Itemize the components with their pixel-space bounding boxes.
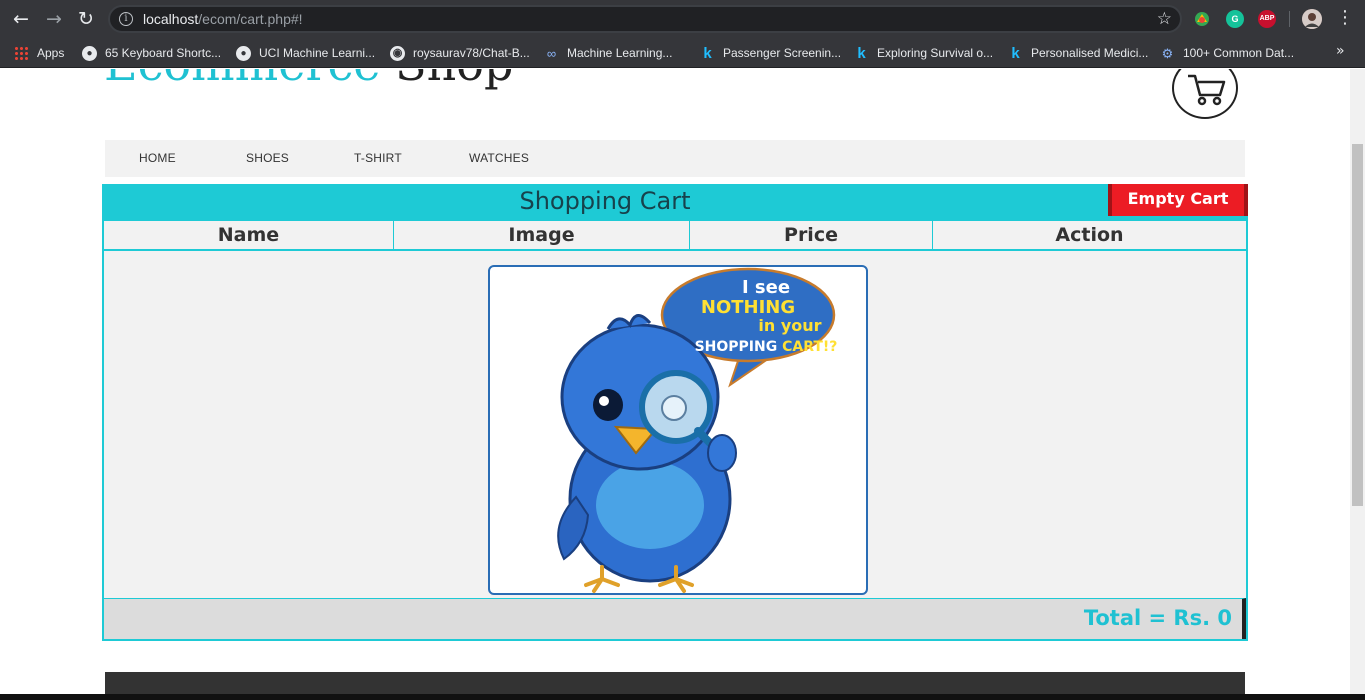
cart-logo[interactable] [1166,69,1244,123]
bookmark-star-icon[interactable]: ☆ [1157,9,1172,29]
brand-part-1: Ecommerce [104,69,380,91]
reload-icon[interactable]: ↻ [74,7,98,31]
bubble-text-line3: in your [758,316,821,335]
bookmarks-overflow-icon[interactable]: » [1336,43,1345,59]
cart-total-bar: Total = Rs. 0 [104,598,1246,639]
cart-title: Shopping Cart [519,187,691,215]
kaggle-icon: k [703,44,712,62]
bookmark-label: Machine Learning... [567,46,673,60]
bookmark-label: roysaurav78/Chat-B... [413,46,530,60]
bookmark-label: UCI Machine Learni... [259,46,376,60]
bubble-text-line2: NOTHING [701,297,795,318]
nav-shoes[interactable]: SHOES [246,151,289,165]
bookmark-label: 100+ Common Dat... [1183,46,1295,60]
bubble-text-line1: I see [742,277,790,298]
shopping-cart-icon [1188,74,1226,106]
column-header-action: Action [1055,224,1124,246]
adblock-plus-icon[interactable]: ABP [1258,10,1276,28]
bookmark-item[interactable]: ⚙ 100+ Common Dat... [1160,44,1294,62]
nav-home[interactable]: HOME [139,151,176,165]
kaggle-icon: k [857,44,866,62]
table-header-row: Name Image Price Action [104,221,1246,251]
nav-tshirt[interactable]: T-SHIRT [354,151,402,165]
page-scrollbar[interactable] [1350,69,1365,700]
info-icon[interactable]: i [119,12,133,26]
back-arrow-icon[interactable]: ← [9,7,33,31]
bookmark-item[interactable]: ● UCI Machine Learni... [236,44,375,62]
grammarly-icon[interactable]: G [1226,10,1244,28]
bookmark-item[interactable]: ● 65 Keyboard Shortc... [82,44,221,62]
brand-part-2: Shop [395,69,513,91]
scrollbar-thumb[interactable] [1352,144,1363,506]
bookmark-item[interactable]: k Passenger Screenin... [700,44,841,62]
bookmark-label: Apps [37,46,65,60]
empty-cart-button[interactable]: Empty Cart [1108,184,1248,216]
url-host: localhost [143,11,199,27]
site-brand[interactable]: Ecommerce Shop [104,69,513,91]
cart-total: Total = Rs. 0 [1083,606,1232,630]
bookmark-item[interactable]: ∞ Machine Learning... [544,44,673,62]
forward-arrow-icon[interactable]: → [42,7,66,31]
address-bar[interactable]: i localhost/ecom/cart.php#! ☆ [108,5,1182,33]
kaggle-icon: k [1011,44,1020,62]
bookmark-label: Passenger Screenin... [723,46,842,60]
gear-icon: ⚙ [1161,45,1174,61]
bookmark-apps[interactable]: Apps [14,44,64,62]
coursera-icon: ∞ [546,45,557,61]
bubble-text-cart: CART!? [782,339,837,355]
bubble-text-line4: SHOPPING CART!? [695,339,838,355]
globe-icon: ● [82,45,97,61]
globe-icon: ● [236,45,251,61]
github-icon: ◉ [390,45,405,61]
taskbar-strip [0,694,1365,700]
bird-magnifier-illustration: I see NOTHING in your SHOPPING CART!? [557,267,838,593]
page-viewport: Ecommerce Shop HOME SHOES T-SHIRT WATCHE… [0,69,1350,700]
extension-google-keep-icon[interactable] [1193,10,1211,28]
bubble-text-shopping: SHOPPING [695,339,783,355]
browser-toolbar: ← → ↻ i localhost/ecom/cart.php#! ☆ G AB… [0,0,1365,38]
bookmark-label: Exploring Survival o... [877,46,994,60]
main-nav: HOME SHOES T-SHIRT WATCHES [105,140,1245,177]
kebab-menu-icon[interactable]: ⋮ [1336,8,1354,28]
bookmark-item[interactable]: ◉ roysaurav78/Chat-B... [390,44,530,62]
column-header-price: Price [690,221,933,249]
profile-avatar[interactable] [1302,9,1322,29]
url-path: /ecom/cart.php#! [198,11,303,27]
nav-watches[interactable]: WATCHES [469,151,529,165]
bookmark-label: 65 Keyboard Shortc... [105,46,222,60]
address-url[interactable]: localhost/ecom/cart.php#! [143,11,303,27]
bookmarks-bar: Apps ● 65 Keyboard Shortc... ● UCI Machi… [0,38,1365,68]
cart-table: Name Image Price Action I see NOTHING in… [102,221,1248,641]
bookmark-item[interactable]: k Exploring Survival o... [854,44,993,62]
column-header-name: Name [104,221,394,249]
apps-grid-icon [14,45,29,61]
bookmark-label: Personalised Medici... [1031,46,1149,60]
column-header-image: Image [394,221,690,249]
bookmark-item[interactable]: k Personalised Medici... [1008,44,1148,62]
toolbar-divider [1289,11,1290,27]
empty-cart-illustration: I see NOTHING in your SHOPPING CART!? [488,265,868,595]
cart-header: Shopping Cart Empty Cart [102,184,1248,221]
